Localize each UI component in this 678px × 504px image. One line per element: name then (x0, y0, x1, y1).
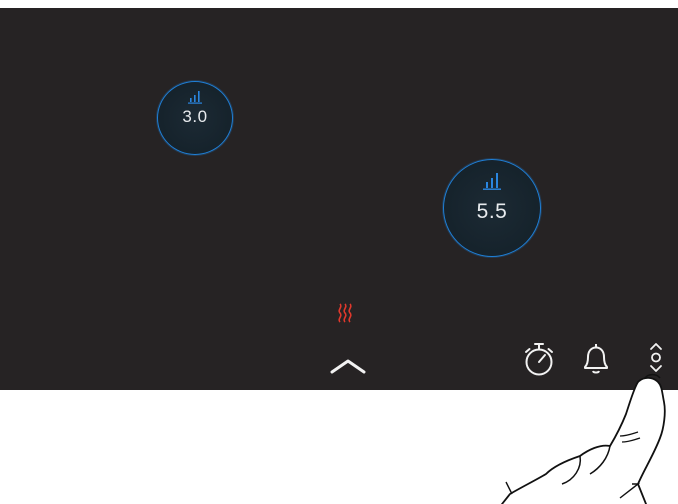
cooking-zone-2[interactable]: 5.5 (443, 159, 541, 257)
power-level-icon (483, 173, 501, 190)
pointing-hand-icon (501, 373, 666, 504)
zone-2-power-value: 5.5 (476, 200, 508, 223)
cooktop-screen: 3.0 5.5 (0, 0, 678, 504)
cooking-zone-1[interactable]: 3.0 (157, 81, 233, 155)
cooktop-control-panel: 3.0 5.5 (0, 8, 678, 390)
up-down-chevron-icon[interactable] (648, 342, 664, 374)
chevron-up-icon[interactable] (329, 357, 367, 375)
zone-1-power-value: 3.0 (182, 107, 208, 126)
heat-waves-icon (338, 303, 352, 323)
power-level-icon (188, 91, 202, 104)
